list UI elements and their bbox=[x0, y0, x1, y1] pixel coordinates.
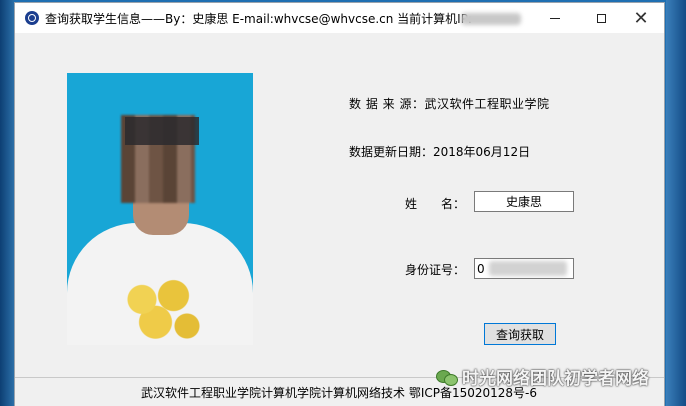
minimize-button[interactable] bbox=[532, 3, 578, 33]
id-number-value: 0 bbox=[477, 261, 485, 276]
desktop-background-left bbox=[0, 0, 14, 406]
photo-shirt-print bbox=[115, 269, 205, 345]
minimize-icon bbox=[550, 17, 560, 19]
wechat-icon bbox=[436, 368, 458, 386]
watermark: 时光网络团队初学者网络 bbox=[436, 364, 649, 389]
id-number-redacted bbox=[489, 261, 567, 276]
window-title: 查询获取学生信息——By：史康思 E-mail:whvcse@whvcse.cn… bbox=[45, 11, 472, 26]
close-icon: ✕ bbox=[633, 7, 649, 29]
student-photo bbox=[67, 73, 253, 345]
title-bar[interactable]: 查询获取学生信息——By：史康思 E-mail:whvcse@whvcse.cn… bbox=[15, 3, 664, 33]
query-button[interactable]: 查询获取 bbox=[484, 323, 556, 345]
ip-address-redacted bbox=[461, 13, 521, 25]
maximize-icon bbox=[596, 13, 606, 23]
update-date-label: 数据更新日期：2018年06月12日 bbox=[349, 145, 531, 159]
photo-hair bbox=[125, 117, 199, 145]
app-window: 查询获取学生信息——By：史康思 E-mail:whvcse@whvcse.cn… bbox=[14, 2, 665, 406]
desktop-background-right bbox=[666, 0, 686, 406]
id-number-label: 身份证号： bbox=[405, 263, 466, 277]
id-number-field[interactable]: 0 bbox=[474, 258, 574, 279]
name-field[interactable]: 史康思 bbox=[474, 191, 574, 212]
watermark-text: 时光网络团队初学者网络 bbox=[462, 369, 649, 389]
app-icon bbox=[25, 11, 39, 25]
name-label: 姓 名： bbox=[405, 197, 466, 211]
name-value: 史康思 bbox=[505, 195, 542, 209]
data-source-label: 数 据 来 源：武汉软件工程职业学院 bbox=[349, 97, 550, 111]
close-button[interactable]: ✕ bbox=[618, 3, 664, 33]
